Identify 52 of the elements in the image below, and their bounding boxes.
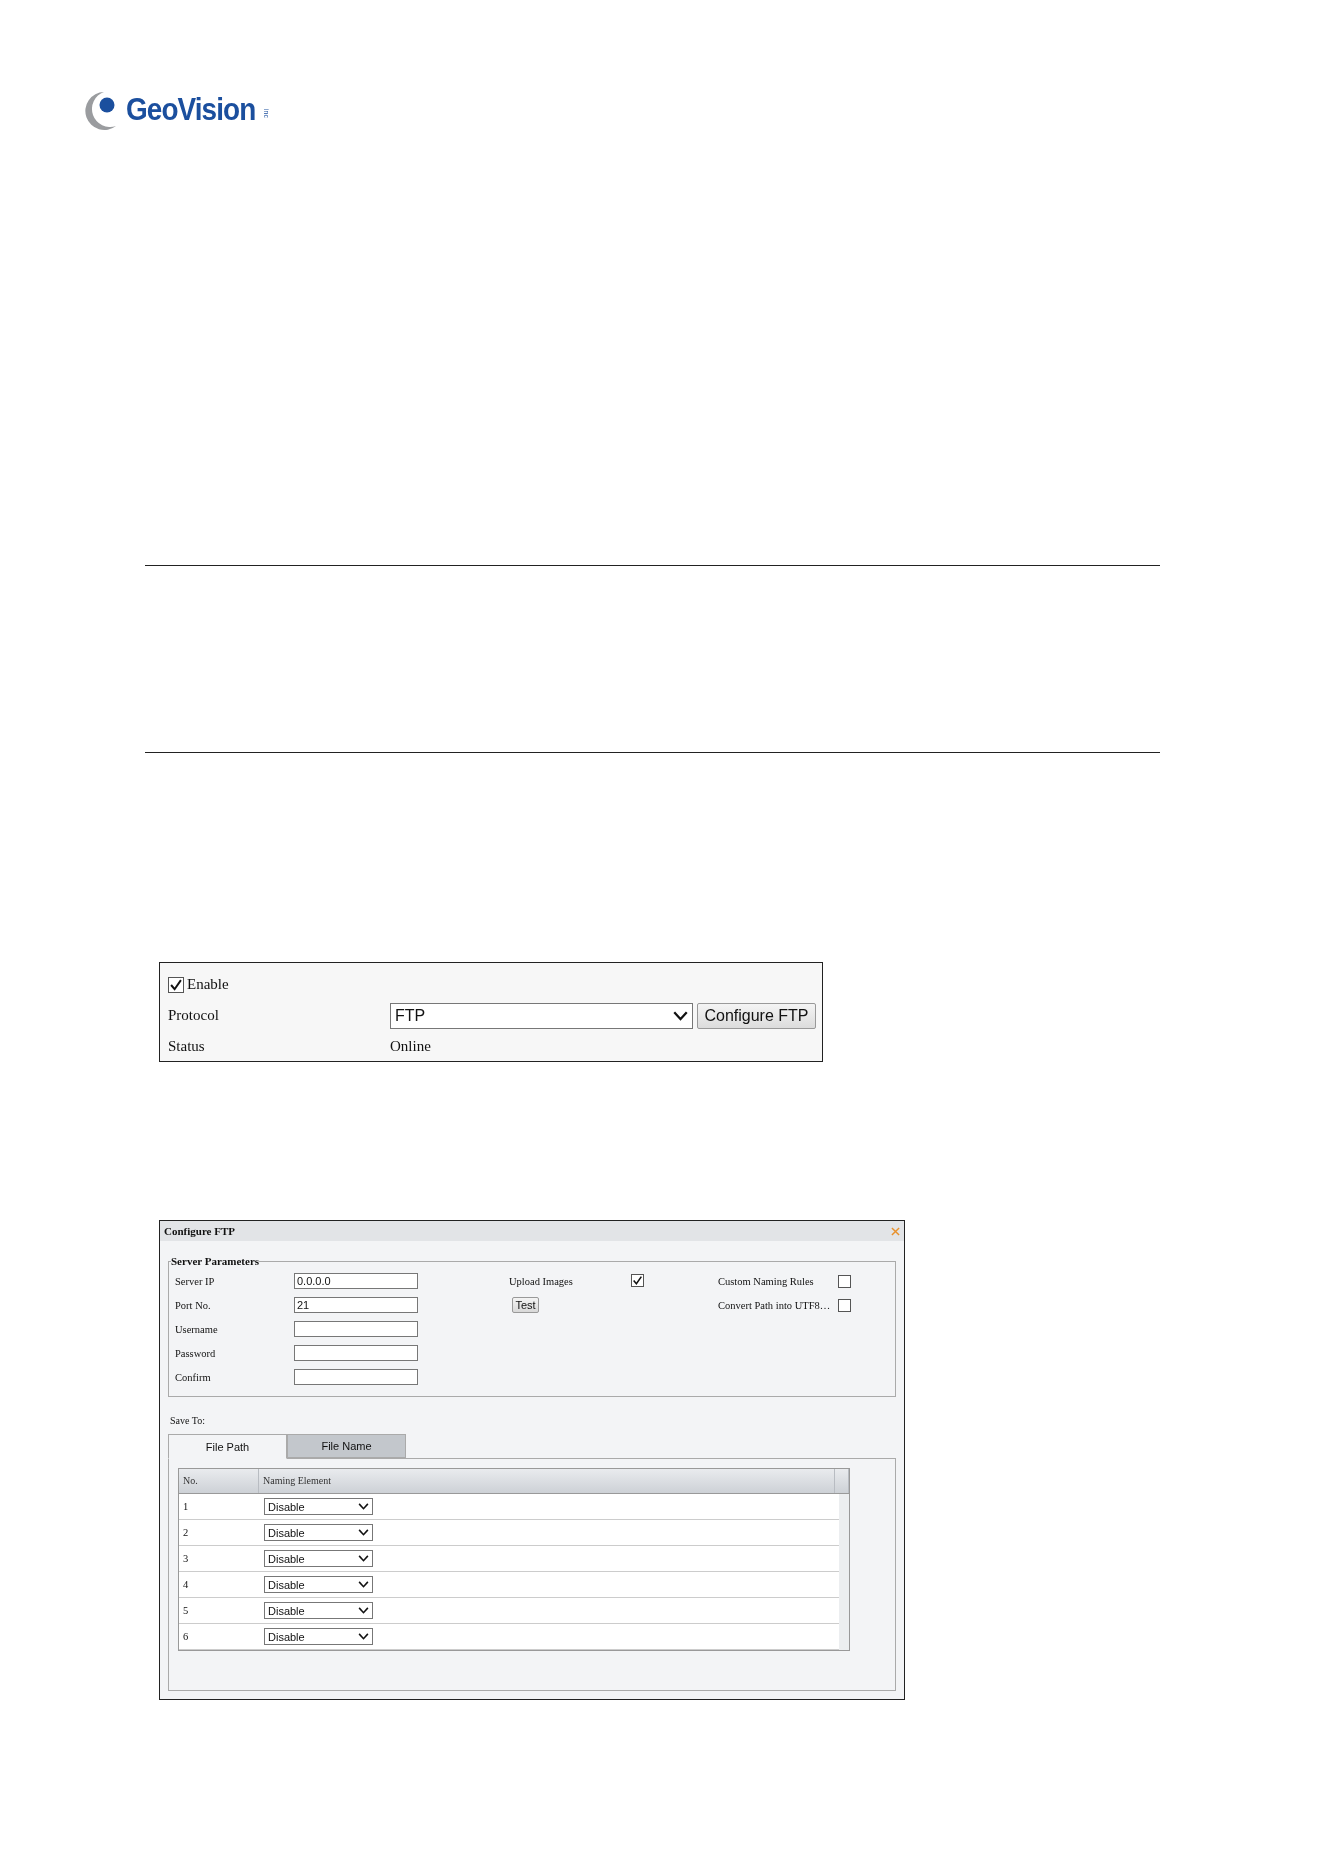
- input-field[interactable]: [294, 1345, 418, 1361]
- checkbox[interactable]: [168, 976, 184, 993]
- input-field[interactable]: [294, 1369, 418, 1385]
- checkbox[interactable]: [631, 1274, 644, 1287]
- naming-dropdown[interactable]: Disable: [264, 1628, 373, 1645]
- caret-icon: [358, 1633, 369, 1640]
- field-label: Port No.: [175, 1299, 212, 1311]
- table-cell-text: 3: [182, 1553, 190, 1564]
- tab[interactable]: File Name: [287, 1434, 406, 1458]
- input-field[interactable]: 0.0.0.0: [294, 1273, 418, 1289]
- logo-text: GeoVision: [126, 92, 256, 128]
- input-field[interactable]: [294, 1321, 418, 1337]
- tab[interactable]: File Path: [168, 1434, 287, 1459]
- naming-dropdown[interactable]: Disable: [264, 1524, 373, 1541]
- field-label: Status: [168, 1038, 206, 1055]
- field-label: Confirm: [175, 1371, 212, 1383]
- caret-icon: [358, 1529, 369, 1536]
- checkbox-label: Enable: [187, 976, 229, 993]
- field-label: Protocol: [168, 1007, 220, 1024]
- group-title: Server Parameters: [171, 1255, 260, 1267]
- caret-icon: [358, 1581, 369, 1588]
- naming-dropdown[interactable]: Disable: [264, 1498, 373, 1515]
- input-field[interactable]: 21: [294, 1297, 418, 1313]
- dialog-title: Configure FTP: [164, 1225, 235, 1237]
- checkbox[interactable]: [838, 1298, 851, 1312]
- caret-icon: [358, 1555, 369, 1562]
- column-header: Naming Element: [259, 1469, 835, 1493]
- naming-dropdown[interactable]: Disable: [264, 1576, 373, 1593]
- test-button[interactable]: Test: [512, 1297, 539, 1313]
- field-label: Password: [175, 1347, 217, 1359]
- table-cell-text: 5: [182, 1605, 190, 1616]
- status-value: Online: [390, 1038, 432, 1055]
- table-cell-text: 6: [182, 1631, 190, 1642]
- checkbox-label: Upload Images: [509, 1275, 574, 1287]
- checkbox-label: Custom Naming Rules: [718, 1275, 815, 1287]
- caret-icon: [673, 1010, 688, 1021]
- naming-dropdown[interactable]: Disable: [264, 1602, 373, 1619]
- configure-button[interactable]: Configure FTP: [697, 1002, 816, 1029]
- field-label: Username: [175, 1323, 219, 1335]
- table-cell-text: 2: [182, 1527, 190, 1538]
- table-cell-text: 4: [182, 1579, 190, 1590]
- field-label: Server IP: [175, 1275, 216, 1287]
- table-cell-text: 1: [182, 1501, 190, 1512]
- caret-icon: [358, 1607, 369, 1614]
- checkbox-label: Convert Path into UTF8…: [718, 1299, 832, 1311]
- section-label: Save To:: [170, 1415, 205, 1426]
- column-header: No.: [179, 1469, 259, 1493]
- checkbox[interactable]: [838, 1274, 851, 1288]
- scrollbar-track[interactable]: [839, 1494, 849, 1650]
- caret-icon: [358, 1503, 369, 1510]
- protocol-dropdown[interactable]: FTP: [390, 1002, 693, 1029]
- naming-dropdown[interactable]: Disable: [264, 1550, 373, 1567]
